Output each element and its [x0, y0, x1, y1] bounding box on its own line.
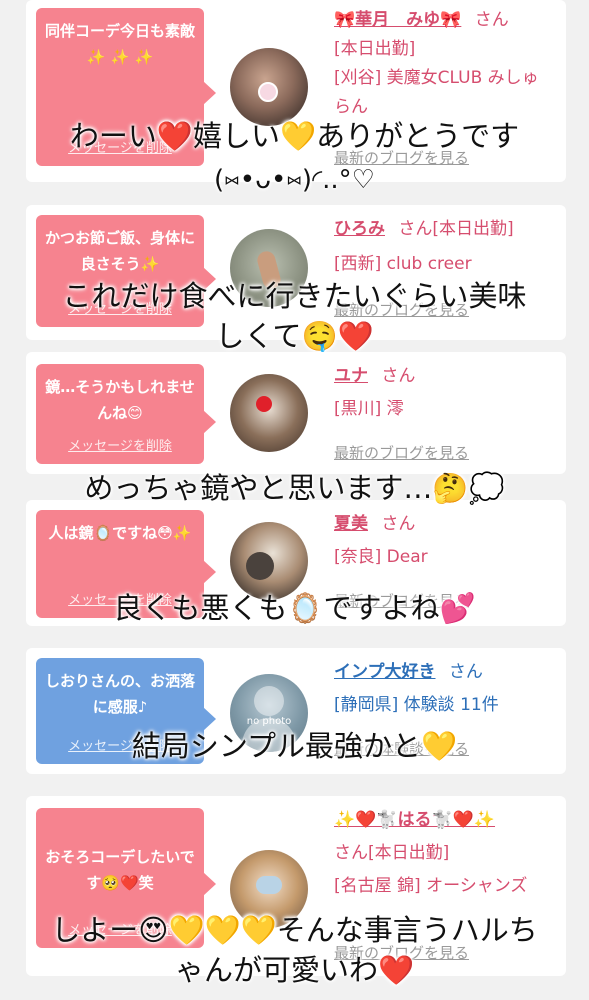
sender-info: インプ大好き さん [静岡県] 体験談 11件	[334, 658, 564, 720]
honorific: さん	[474, 10, 509, 30]
honorific: さん	[381, 366, 416, 386]
sender-name-link[interactable]: ✨❤️🐩はる🐩❤️✨	[334, 810, 495, 830]
message-card: 同伴コーデ今日も素敵✨ ✨ ✨ メッセージを削除 🎀華月 みゆ🎀 さん [本日出…	[26, 0, 566, 182]
caption-line: しくて🤤❤️	[215, 319, 374, 353]
message-text: 鏡…そうかもしれませんね😊	[45, 378, 195, 422]
avatar[interactable]	[230, 522, 308, 600]
avatar[interactable]	[230, 48, 308, 126]
honorific: さん	[381, 514, 416, 534]
sender-name-link[interactable]: ユナ	[334, 366, 368, 386]
caption-line: 結局シンプル最強かと💛	[131, 729, 458, 763]
sender-info: ✨❤️🐩はる🐩❤️✨ さん[本日出勤] [名古屋 錦] オーシャンズ	[334, 806, 554, 901]
honorific: さん	[448, 662, 483, 682]
shop-text: [刈谷] 美魔女CLUB みしゅらん	[334, 68, 539, 117]
sender-name-link[interactable]: 🎀華月 みゆ🎀	[334, 10, 461, 30]
sender-info: ひろみ さん[本日出勤] [西新] club creer	[334, 215, 564, 279]
caption-line: わーい❤️嬉しい💛ありがとうです	[69, 119, 520, 153]
sticker-icon	[258, 82, 278, 102]
caption-line: 良くも悪くも🪞ですよね💕	[113, 591, 476, 625]
shop-text: [黒川] 澪	[334, 399, 404, 419]
person-head-icon	[254, 686, 284, 716]
sender-info: ユナ さん [黒川] 澪	[334, 362, 554, 424]
status-text: [本日出勤]	[334, 39, 416, 59]
caption-line: (⑅•ᴗ•⑅)◜..°♡	[214, 165, 375, 195]
blog-link[interactable]: 最新のブログを見る	[334, 442, 469, 463]
avatar[interactable]	[230, 374, 308, 452]
shop-text: [名古屋 錦] オーシャンズ	[334, 876, 528, 896]
message-card: 鏡…そうかもしれませんね😊 メッセージを削除 ユナ さん [黒川] 澪 最新のブ…	[26, 352, 566, 474]
message-text: 人は鏡🪞ですね😳✨	[48, 524, 192, 542]
honorific: さん[本日出勤]	[398, 219, 514, 239]
message-text: おそろコーデしたいです🥺❤️笑	[45, 848, 195, 892]
sender-info: 🎀華月 みゆ🎀 さん [本日出勤] [刈谷] 美魔女CLUB みしゅらん	[334, 6, 554, 122]
caption-line: これだけ食べに行きたいぐらい美味	[62, 279, 527, 313]
no-photo-watermark: no photo	[246, 716, 292, 727]
status-text: さん[本日出勤]	[334, 843, 450, 863]
heart-sticker-icon	[256, 396, 272, 412]
caption-line: めっちゃ鏡やと思います…🤔💭	[84, 471, 505, 505]
sender-name-link[interactable]: インプ大好き	[334, 662, 436, 682]
caption-line: しよー😍💛💛💛そんな事言うハルち	[51, 913, 538, 947]
delete-message-link[interactable]: メッセージを削除	[36, 434, 204, 460]
sender-info: 夏美 さん [奈良] Dear	[334, 510, 554, 572]
sticker-icon	[256, 876, 282, 894]
caption-line: ゃんが可愛いわ❤️	[174, 953, 415, 987]
sender-name-link[interactable]: ひろみ	[334, 219, 385, 239]
shop-text: [西新] club creer	[334, 254, 472, 274]
message-text: 同伴コーデ今日も素敵✨ ✨ ✨	[44, 22, 195, 66]
sender-name-link[interactable]: 夏美	[334, 514, 368, 534]
message-text: しおりさんの、お洒落に感服♪	[44, 672, 195, 716]
message-card: おそろコーデしたいです🥺❤️笑 メッセージを削除 ✨❤️🐩はる🐩❤️✨ さん[本…	[26, 796, 566, 976]
shop-text: [奈良] Dear	[334, 547, 428, 567]
review-count-text: [静岡県] 体験談 11件	[334, 695, 499, 715]
message-bubble: 鏡…そうかもしれませんね😊 メッセージを削除	[36, 364, 216, 464]
dog-icon	[246, 552, 274, 580]
message-text: かつお節ご飯、身体に良さそう✨	[44, 229, 195, 273]
